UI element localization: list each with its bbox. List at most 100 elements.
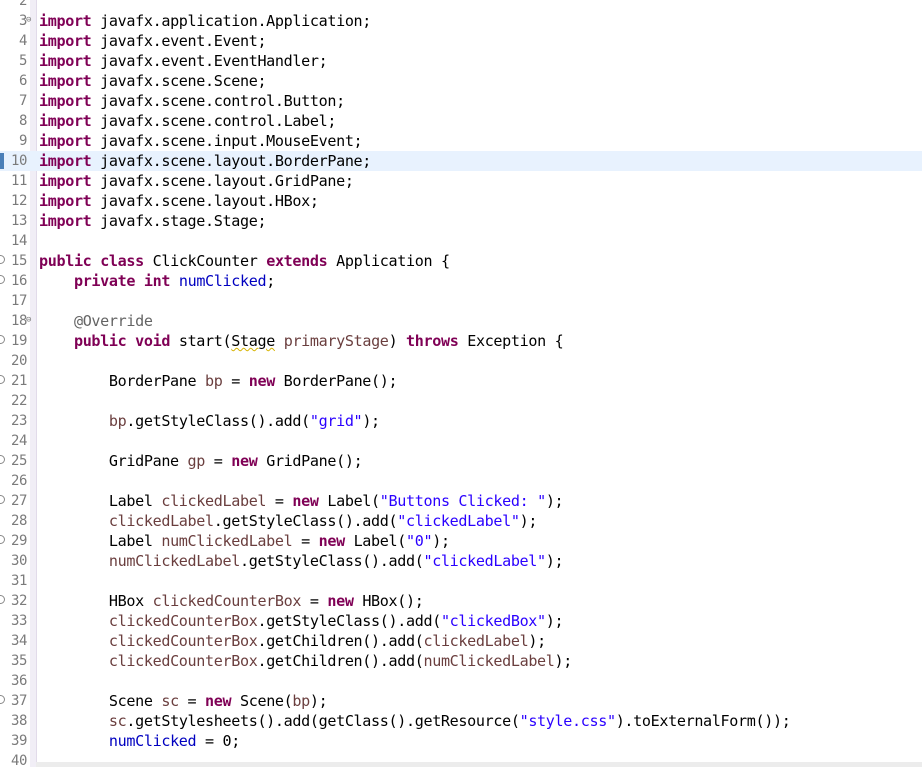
code-line[interactable]: 7 import javafx.scene.control.Button;	[0, 91, 922, 111]
code-line[interactable]: 28 clickedLabel.getStyleClass().add("cli…	[0, 511, 922, 531]
code-text[interactable]: @Override	[39, 311, 153, 331]
code-line[interactable]: 36	[0, 671, 922, 691]
code-line[interactable]: 37 Scene sc = new Scene(bp);	[0, 691, 922, 711]
code-token: primaryStage	[283, 332, 389, 350]
code-token: numClickedLabel	[423, 652, 555, 670]
code-line[interactable]: 29 Label numClickedLabel = new Label("0"…	[0, 531, 922, 551]
horizontal-scrollbar[interactable]	[36, 762, 922, 767]
code-text[interactable]: clickedCounterBox.getStyleClass().add("c…	[39, 611, 564, 631]
code-line[interactable]: 27 Label clickedLabel = new Label("Butto…	[0, 491, 922, 511]
code-line[interactable]: 15 public class ClickCounter extends Appl…	[0, 251, 922, 271]
line-number: 22	[10, 393, 27, 409]
code-line[interactable]: 39 numClicked = 0;	[0, 731, 922, 751]
code-text[interactable]: numClickedLabel.getStyleClass().add("cli…	[39, 551, 564, 571]
code-token: "grid"	[309, 412, 363, 430]
code-token: .getStyleClass().add(	[257, 612, 441, 630]
code-token: ;	[266, 272, 275, 290]
code-text[interactable]: BorderPane bp = new BorderPane();	[39, 371, 398, 391]
code-line[interactable]: 5 import javafx.event.EventHandler;	[0, 51, 922, 71]
code-token: public	[39, 252, 92, 270]
code-token: import	[39, 132, 92, 150]
code-editor[interactable]: 2 3 ⊖ import javafx.application.Application…	[0, 0, 922, 769]
code-line[interactable]: 40	[0, 751, 922, 771]
code-line[interactable]: 4 import javafx.event.Event;	[0, 31, 922, 51]
code-line[interactable]: 30 numClickedLabel.getStyleClass().add("…	[0, 551, 922, 571]
code-text[interactable]: import javafx.event.Event;	[39, 31, 267, 51]
code-text[interactable]: import javafx.scene.layout.BorderPane;	[39, 151, 371, 171]
code-line[interactable]: 32 HBox clickedCounterBox = new HBox();	[0, 591, 922, 611]
code-text[interactable]: clickedCounterBox.getChildren().add(clic…	[39, 631, 546, 651]
code-text[interactable]: Label clickedLabel = new Label("Buttons …	[39, 491, 564, 511]
code-token: Scene(	[231, 692, 293, 710]
code-text[interactable]: bp.getStyleClass().add("grid");	[39, 411, 380, 431]
code-line[interactable]: 9 import javafx.scene.input.MouseEvent;	[0, 131, 922, 151]
code-text[interactable]: sc.getStylesheets().add(getClass().getRe…	[39, 711, 791, 731]
code-text[interactable]: import javafx.stage.Stage;	[39, 211, 267, 231]
code-line[interactable]: 21 BorderPane bp = new BorderPane();	[0, 371, 922, 391]
code-text[interactable]: import javafx.scene.input.MouseEvent;	[39, 131, 363, 151]
code-line[interactable]: 33 clickedCounterBox.getStyleClass().add…	[0, 611, 922, 631]
line-number: 40	[10, 753, 27, 769]
code-line[interactable]: 14	[0, 231, 922, 251]
code-line[interactable]: 25 GridPane gp = new GridPane();	[0, 451, 922, 471]
code-text[interactable]: clickedLabel.getStyleClass().add("clicke…	[39, 511, 538, 531]
code-text[interactable]: clickedCounterBox.getChildren().add(numC…	[39, 651, 572, 671]
code-line[interactable]: 34 clickedCounterBox.getChildren().add(c…	[0, 631, 922, 651]
code-token: import	[39, 212, 92, 230]
line-number: 35	[10, 653, 27, 669]
code-text[interactable]: import javafx.scene.control.Label;	[39, 111, 336, 131]
code-text[interactable]: public void start(Stage primaryStage) th…	[39, 331, 564, 351]
code-text[interactable]: public class ClickCounter extends Applic…	[39, 251, 450, 271]
code-text[interactable]: HBox clickedCounterBox = new HBox();	[39, 591, 424, 611]
code-line[interactable]: 26	[0, 471, 922, 491]
code-token: javafx.scene.control.Button;	[91, 92, 345, 110]
code-token: "clickedBox"	[440, 612, 546, 630]
code-line[interactable]: 6 import javafx.scene.Scene;	[0, 71, 922, 91]
fold-toggle-icon[interactable]: ⊖	[26, 15, 31, 25]
code-token: =	[266, 492, 293, 510]
code-text[interactable]: import javafx.scene.Scene;	[39, 71, 267, 91]
code-line[interactable]: 3 ⊖ import javafx.application.Application;	[0, 11, 922, 31]
code-text[interactable]: GridPane gp = new GridPane();	[39, 451, 363, 471]
code-line[interactable]: 16 private int numClicked;	[0, 271, 922, 291]
code-line[interactable]: 35 clickedCounterBox.getChildren().add(n…	[0, 651, 922, 671]
code-line[interactable]: 11 import javafx.scene.layout.GridPane;	[0, 171, 922, 191]
code-line[interactable]: 8 import javafx.scene.control.Label;	[0, 111, 922, 131]
code-text[interactable]: Scene sc = new Scene(bp);	[39, 691, 328, 711]
code-line[interactable]: 31	[0, 571, 922, 591]
fold-toggle-icon[interactable]: ⊖	[26, 315, 31, 325]
code-line[interactable]: 13 import javafx.stage.Stage;	[0, 211, 922, 231]
line-number: 14	[10, 233, 27, 249]
line-number: 23	[10, 413, 27, 429]
code-token: .getStylesheets().add(getClass().getReso…	[126, 712, 520, 730]
code-text[interactable]: Label numClickedLabel = new Label("0");	[39, 531, 450, 551]
code-line[interactable]: 38 sc.getStylesheets().add(getClass().ge…	[0, 711, 922, 731]
code-token: import	[39, 72, 92, 90]
line-number: 18	[10, 313, 27, 329]
code-token: Application {	[327, 252, 450, 270]
code-text[interactable]: import javafx.scene.control.Button;	[39, 91, 345, 111]
code-line[interactable]: 20	[0, 351, 922, 371]
code-line[interactable]: 10 import javafx.scene.layout.BorderPane;	[0, 151, 922, 171]
code-line[interactable]: 24	[0, 431, 922, 451]
code-text[interactable]: import javafx.scene.layout.HBox;	[39, 191, 319, 211]
code-text[interactable]: private int numClicked;	[39, 271, 275, 291]
code-text[interactable]: import javafx.scene.layout.GridPane;	[39, 171, 354, 191]
line-number: 34	[10, 633, 27, 649]
code-line[interactable]: 2	[0, 0, 922, 11]
code-line[interactable]: 19 public void start(Stage primaryStage)…	[0, 331, 922, 351]
code-line[interactable]: 17	[0, 291, 922, 311]
code-token: Label(	[318, 492, 380, 510]
code-text[interactable]: import javafx.event.EventHandler;	[39, 51, 328, 71]
code-token: "Buttons Clicked: "	[379, 492, 546, 510]
code-line[interactable]: 18 ⊖ @Override	[0, 311, 922, 331]
code-text[interactable]: numClicked = 0;	[39, 731, 240, 751]
code-text[interactable]: import javafx.application.Application;	[39, 11, 371, 31]
code-line[interactable]: 12 import javafx.scene.layout.HBox;	[0, 191, 922, 211]
code-token: GridPane	[39, 452, 188, 470]
line-number: 6	[18, 73, 27, 89]
code-line[interactable]: 23 bp.getStyleClass().add("grid");	[0, 411, 922, 431]
code-line[interactable]: 22	[0, 391, 922, 411]
